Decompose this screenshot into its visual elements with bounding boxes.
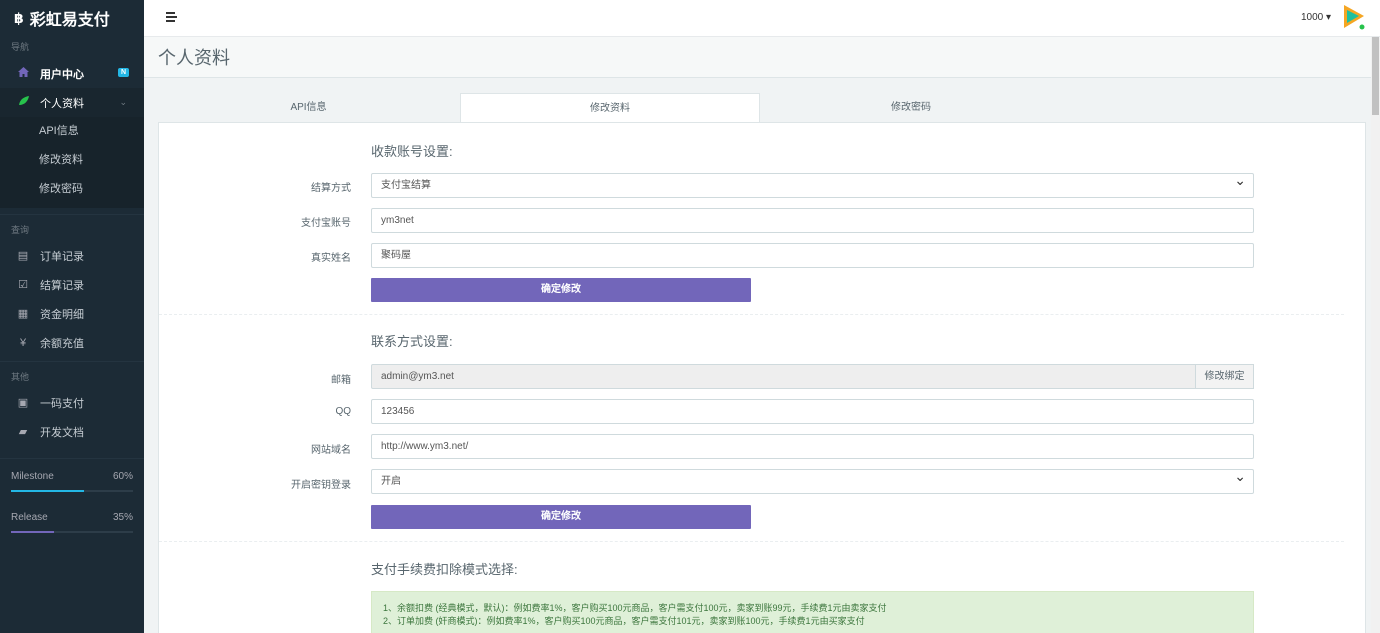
- sidebar-item-recharge[interactable]: ¥ 余额充值: [0, 328, 144, 357]
- leaf-icon: [17, 96, 29, 109]
- nav-header-other: 其他: [11, 372, 30, 382]
- user-area: 1000 ▾: [1301, 4, 1366, 31]
- alipay-account-label: 支付宝账号: [301, 218, 351, 229]
- progress-track: [11, 490, 133, 492]
- select-value: 开启: [381, 476, 401, 487]
- progress-block: Milestone 60% Release 35%: [0, 471, 144, 533]
- sidebar-item-label: 余额充值: [40, 337, 84, 350]
- contact-section-title: 联系方式设置:: [371, 334, 453, 349]
- fee-mode-line-2: 2、订单加费 (奸商模式)：例如费率1%，客户购买100元商品，客户需支付101…: [383, 616, 865, 626]
- email-label: 邮箱: [331, 375, 351, 386]
- sidebar-item-qrpay[interactable]: ▣ 一码支付: [0, 388, 144, 417]
- new-badge: N: [117, 68, 129, 77]
- scrollbar-thumb[interactable]: [1372, 37, 1379, 115]
- table-icon: ▦: [17, 308, 29, 320]
- bitcoin-icon: ฿: [14, 9, 24, 26]
- qq-input[interactable]: 123456: [371, 399, 1254, 424]
- book-icon: ▰: [18, 426, 28, 438]
- qrcode-icon: ▣: [17, 397, 29, 409]
- email-field[interactable]: admin@ym3.net 修改绑定: [371, 364, 1254, 389]
- sidebar-item-funds[interactable]: ▦ 资金明细: [0, 299, 144, 328]
- home-icon: [17, 67, 29, 80]
- sidebar-item-docs[interactable]: ▰ 开发文档: [0, 417, 144, 446]
- sidebar-item-orders[interactable]: ▤ 订单记录: [0, 241, 144, 270]
- site-domain-input[interactable]: http://www.ym3.net/: [371, 434, 1254, 459]
- input-value: admin@ym3.net: [381, 371, 454, 382]
- nav-header-query: 查询: [11, 225, 30, 235]
- divider: [0, 458, 144, 459]
- fee-section-title: 支付手续费扣除模式选择:: [371, 562, 518, 577]
- chevron-down-icon: ⌄: [119, 97, 127, 107]
- fee-mode-alert: 1、余额扣费 (经典模式，默认)：例如费率1%，客户购买100元商品，客户需支付…: [371, 591, 1254, 633]
- qq-label: QQ: [335, 406, 351, 417]
- menu-toggle-icon[interactable]: [166, 12, 177, 23]
- progress-fill-milestone: [11, 490, 85, 492]
- page-title-bar: 个人资料: [144, 37, 1380, 78]
- sidebar-item-profile[interactable]: 个人资料 ⌄: [0, 88, 144, 117]
- main-panel: 收款账号设置: 结算方式 支付宝结算 支付宝账号 ym3net 真实姓名 聚码屋…: [158, 122, 1366, 633]
- page-title: 个人资料: [158, 48, 230, 68]
- change-binding-button[interactable]: 修改绑定: [1195, 364, 1254, 389]
- sidebar-item-settlements[interactable]: ☑ 结算记录: [0, 270, 144, 299]
- profile-subnav: API信息 修改资料 修改密码: [0, 117, 144, 208]
- sidebar-item-label: 一码支付: [40, 397, 84, 410]
- site-domain-label: 网站域名: [311, 445, 351, 456]
- check-icon: ☑: [18, 279, 28, 291]
- settlement-submit-button[interactable]: 确定修改: [371, 278, 751, 302]
- progress-row-release: Release 35%: [11, 512, 133, 526]
- section-divider: [159, 541, 1344, 542]
- input-value: http://www.ym3.net/: [381, 441, 469, 452]
- subnav-edit-profile[interactable]: 修改资料: [0, 146, 144, 175]
- brand-name: 彩虹易支付: [29, 12, 110, 29]
- settlement-section-title: 收款账号设置:: [371, 144, 453, 159]
- tab-change-password[interactable]: 修改密码: [760, 93, 1062, 123]
- key-login-select[interactable]: 开启: [371, 465, 1254, 494]
- sidebar: ฿ 彩虹易支付 导航 用户中心 N 个人资料 ⌄ API信息 修改资料 修改密码…: [0, 0, 144, 633]
- topbar: 1000 ▾: [144, 0, 1380, 37]
- sidebar-item-user-center[interactable]: 用户中心 N: [0, 59, 144, 88]
- brand[interactable]: ฿ 彩虹易支付: [0, 0, 144, 36]
- key-login-label: 开启密钥登录: [291, 480, 351, 491]
- sidebar-item-label: 开发文档: [40, 426, 84, 439]
- progress-row-milestone: Milestone 60%: [11, 471, 133, 485]
- progress-label: Release: [11, 512, 48, 523]
- progress-fill-release: [11, 531, 54, 533]
- user-dropdown[interactable]: 1000 ▾: [1301, 12, 1331, 23]
- tab-api-info[interactable]: API信息: [158, 93, 459, 123]
- sidebar-item-label: 订单记录: [40, 250, 84, 263]
- tabs: API信息 修改资料 修改密码: [158, 93, 1366, 123]
- progress-value: 60%: [112, 471, 133, 482]
- input-value: 123456: [381, 406, 415, 417]
- section-divider: [159, 314, 1344, 315]
- real-name-label: 真实姓名: [311, 253, 351, 264]
- select-value: 支付宝结算: [381, 180, 431, 191]
- subnav-api-info[interactable]: API信息: [0, 117, 144, 146]
- progress-value: 35%: [112, 512, 133, 523]
- settlement-method-label: 结算方式: [311, 183, 351, 194]
- input-value: ym3net: [381, 215, 414, 226]
- sidebar-item-label: 个人资料: [40, 97, 84, 110]
- input-value: 聚码屋: [381, 250, 411, 261]
- progress-track: [11, 531, 133, 533]
- subnav-change-password[interactable]: 修改密码: [0, 175, 144, 204]
- yen-icon: ¥: [19, 336, 27, 349]
- tab-edit-profile[interactable]: 修改资料: [460, 93, 760, 123]
- fee-mode-line-1: 1、余额扣费 (经典模式，默认)：例如费率1%，客户购买100元商品，客户需支付…: [383, 603, 887, 613]
- progress-label: Milestone: [11, 471, 54, 482]
- divider: [0, 214, 144, 215]
- nav-header-nav: 导航: [11, 42, 30, 52]
- divider: [0, 361, 144, 362]
- list-icon: ▤: [17, 250, 29, 262]
- sidebar-item-label: 用户中心: [40, 68, 84, 81]
- sidebar-item-label: 结算记录: [40, 279, 84, 292]
- contact-submit-button[interactable]: 确定修改: [371, 505, 751, 529]
- settlement-method-select[interactable]: 支付宝结算: [371, 169, 1254, 198]
- sidebar-item-label: 资金明细: [40, 308, 84, 321]
- alipay-account-input[interactable]: ym3net: [371, 208, 1254, 233]
- avatar[interactable]: [1342, 4, 1366, 31]
- page-scrollbar[interactable]: [1371, 37, 1380, 633]
- real-name-input[interactable]: 聚码屋: [371, 243, 1254, 268]
